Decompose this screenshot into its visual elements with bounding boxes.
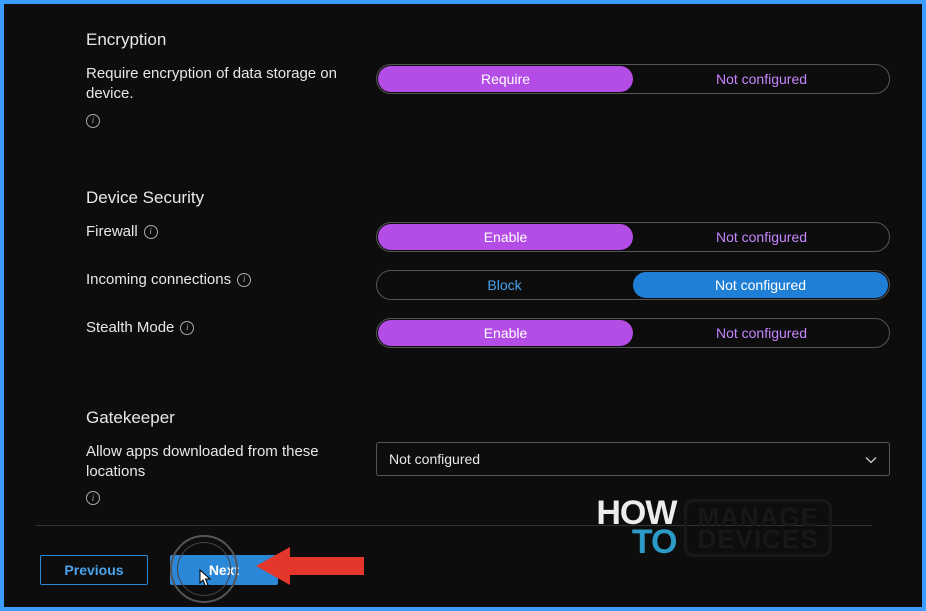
toggle-opt-block[interactable]: Block (377, 271, 632, 299)
section-gatekeeper-title: Gatekeeper (86, 408, 890, 428)
label-text: Allow apps downloaded from these locatio… (86, 442, 356, 483)
label-encryption-storage: Require encryption of data storage on de… (86, 64, 356, 128)
row-stealth: Stealth Mode i Enable Not configured (86, 318, 890, 348)
toggle-opt-require[interactable]: Require (378, 66, 633, 92)
dropdown-value: Not configured (389, 451, 480, 467)
watermark-text: TO (596, 528, 676, 557)
row-incoming: Incoming connections i Block Not configu… (86, 270, 890, 300)
previous-button[interactable]: Previous (40, 555, 148, 585)
label-text: Incoming connections (86, 270, 231, 290)
info-icon[interactable]: i (86, 114, 100, 128)
footer: Previous Next (40, 555, 278, 585)
info-icon[interactable]: i (180, 321, 194, 335)
divider (36, 525, 872, 526)
toggle-opt-notconfigured[interactable]: Not configured (633, 272, 888, 298)
toggle-stealth[interactable]: Enable Not configured (376, 318, 890, 348)
watermark-text: DEVICES (697, 528, 819, 550)
chevron-down-icon (865, 453, 877, 465)
label-text: Require encryption of data storage on de… (86, 64, 356, 105)
row-firewall: Firewall i Enable Not configured (86, 222, 890, 252)
row-encryption-storage: Require encryption of data storage on de… (86, 64, 890, 128)
label-stealth: Stealth Mode i (86, 318, 356, 338)
label-allowapps: Allow apps downloaded from these locatio… (86, 442, 356, 506)
toggle-opt-enable[interactable]: Enable (378, 320, 633, 346)
info-icon[interactable]: i (86, 491, 100, 505)
section-devicesecurity-title: Device Security (86, 188, 890, 208)
section-encryption-title: Encryption (86, 30, 890, 50)
toggle-encryption-storage[interactable]: Require Not configured (376, 64, 890, 94)
label-text: Firewall (86, 222, 138, 242)
label-firewall: Firewall i (86, 222, 356, 242)
info-icon[interactable]: i (237, 273, 251, 287)
toggle-opt-notconfigured[interactable]: Not configured (634, 223, 889, 251)
label-incoming: Incoming connections i (86, 270, 356, 290)
toggle-opt-enable[interactable]: Enable (378, 224, 633, 250)
toggle-opt-notconfigured[interactable]: Not configured (634, 319, 889, 347)
label-text: Stealth Mode (86, 318, 174, 338)
toggle-incoming[interactable]: Block Not configured (376, 270, 890, 300)
toggle-opt-notconfigured[interactable]: Not configured (634, 65, 889, 93)
toggle-firewall[interactable]: Enable Not configured (376, 222, 890, 252)
next-button[interactable]: Next (170, 555, 278, 585)
dropdown-allowapps[interactable]: Not configured (376, 442, 890, 476)
row-allowapps: Allow apps downloaded from these locatio… (86, 442, 890, 506)
info-icon[interactable]: i (144, 225, 158, 239)
